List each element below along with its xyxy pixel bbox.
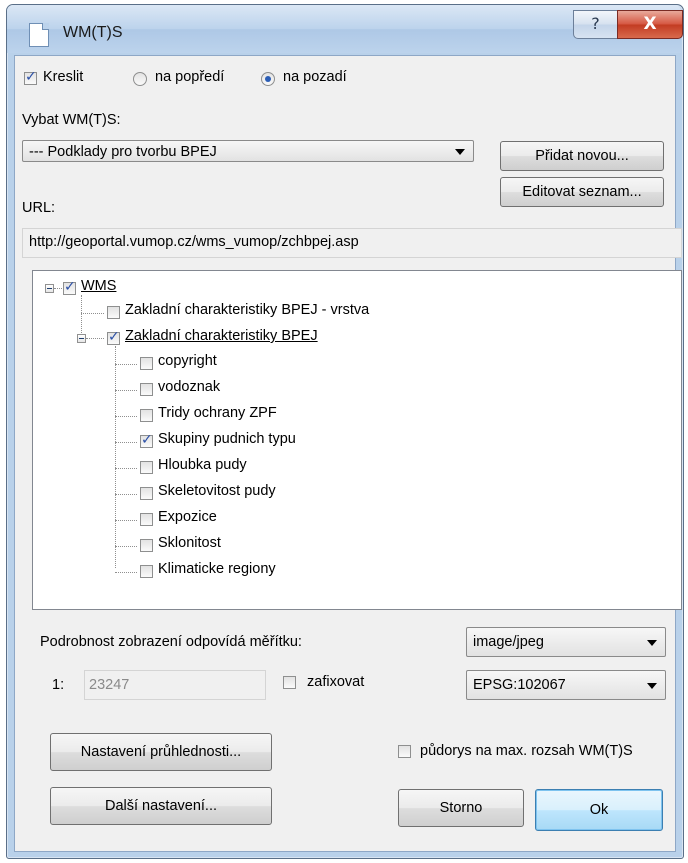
tree-child-label[interactable]: copyright — [158, 353, 217, 369]
collapse-group-icon[interactable] — [77, 334, 86, 343]
tree-root-checkbox[interactable] — [63, 279, 76, 295]
tree-child-label[interactable]: Skeletovitost pudy — [158, 483, 276, 499]
kreslit-label: Kreslit — [43, 69, 84, 85]
tree-connector — [54, 288, 62, 289]
foreground-radio[interactable] — [133, 72, 147, 86]
tree-connector — [115, 364, 137, 365]
tree-child-checkbox[interactable] — [140, 409, 153, 422]
background-radio[interactable] — [261, 72, 275, 86]
tree-connector — [115, 468, 137, 469]
tree-connector — [115, 494, 137, 495]
foreground-label: na popředí — [155, 69, 225, 85]
close-button[interactable]: X — [617, 10, 683, 39]
tree-root-label[interactable]: WMS — [81, 278, 116, 294]
tree-child-label[interactable]: Sklonitost — [158, 535, 221, 551]
url-label: URL: — [22, 200, 56, 216]
format-value: image/jpeg — [473, 634, 544, 650]
document-icon — [29, 23, 49, 47]
scale-input[interactable]: 23247 — [84, 670, 266, 700]
tree-group-checkbox[interactable] — [107, 329, 120, 345]
tree-child-label[interactable]: Expozice — [158, 509, 217, 525]
crs-dropdown[interactable]: EPSG:102067 — [466, 670, 666, 700]
ok-button[interactable]: Ok — [535, 789, 663, 831]
scale-prefix: 1: — [52, 677, 65, 693]
tree-child-checkbox[interactable] — [140, 461, 153, 474]
fix-scale-checkbox[interactable] — [283, 676, 296, 689]
kreslit-checkbox[interactable] — [24, 69, 37, 85]
add-new-button[interactable]: Přidat novou... — [500, 141, 664, 171]
tree-child-checkbox[interactable] — [140, 487, 153, 500]
tree-child-checkbox[interactable] — [140, 357, 153, 370]
cancel-button[interactable]: Storno — [398, 789, 524, 827]
fix-scale-label: zafixovat — [307, 674, 365, 690]
transparency-settings-button[interactable]: Nastavení průhlednosti... — [50, 733, 272, 771]
tree-connector — [115, 346, 116, 568]
window-title: WM(T)S — [63, 24, 123, 41]
url-value: http://geoportal.vumop.cz/wms_vumop/zchb… — [29, 234, 359, 250]
tree-child-checkbox[interactable] — [140, 383, 153, 396]
tree-connector — [81, 313, 104, 314]
title-bar[interactable]: WM(T)S ? X — [7, 5, 683, 53]
extent-checkbox[interactable] — [398, 745, 411, 758]
crs-value: EPSG:102067 — [473, 677, 566, 693]
tree-child-label[interactable]: Klimaticke regiony — [158, 561, 276, 577]
tree-child-checkbox[interactable] — [140, 539, 153, 552]
tree-vrstva-label[interactable]: Zakladní charakteristiky BPEJ - vrstva — [125, 302, 369, 318]
tree-child-label[interactable]: Skupiny pudnich typu — [158, 431, 296, 447]
background-label: na pozadí — [283, 69, 347, 85]
tree-connector — [86, 338, 104, 339]
tree-connector — [115, 416, 137, 417]
scale-label: Podrobnost zobrazení odpovídá měřítku: — [40, 634, 302, 650]
tree-child-checkbox[interactable] — [140, 432, 153, 448]
tree-child-checkbox[interactable] — [140, 513, 153, 526]
tree-connector — [115, 442, 137, 443]
help-button[interactable]: ? — [573, 10, 618, 39]
tree-child-label[interactable]: Tridy ochrany ZPF — [158, 405, 277, 421]
dropdown-arrow-icon — [455, 149, 465, 155]
tree-connector — [115, 546, 137, 547]
select-wms-label: Vybat WM(T)S: — [22, 112, 121, 128]
tree-vrstva-checkbox[interactable] — [107, 306, 120, 319]
layer-tree[interactable]: WMS Zakladní charakteristiky BPEJ - vrst… — [32, 270, 682, 610]
dropdown-arrow-icon — [647, 683, 657, 689]
wms-select-dropdown[interactable]: --- Podklady pro tvorbu BPEJ — [22, 140, 474, 162]
tree-child-label[interactable]: Hloubka pudy — [158, 457, 247, 473]
tree-group-label[interactable]: Zakladní charakteristiky BPEJ — [125, 328, 318, 344]
tree-child-label[interactable]: vodoznak — [158, 379, 220, 395]
more-settings-button[interactable]: Další nastavení... — [50, 787, 272, 825]
scale-value: 23247 — [89, 677, 130, 693]
edit-list-button[interactable]: Editovat seznam... — [500, 177, 664, 207]
wmts-dialog-window: WM(T)S ? X Kreslit na popředí na pozadí … — [0, 0, 688, 863]
url-field[interactable]: http://geoportal.vumop.cz/wms_vumop/zchb… — [22, 228, 682, 258]
tree-child-checkbox[interactable] — [140, 565, 153, 578]
extent-label: půdorys na max. rozsah WM(T)S — [420, 743, 633, 759]
tree-connector — [81, 295, 82, 335]
wms-select-value: --- Podklady pro tvorbu BPEJ — [29, 144, 217, 160]
dropdown-arrow-icon — [647, 640, 657, 646]
collapse-root-icon[interactable] — [45, 284, 54, 293]
tree-connector — [115, 572, 137, 573]
tree-connector — [115, 390, 137, 391]
format-dropdown[interactable]: image/jpeg — [466, 627, 666, 657]
tree-connector — [115, 520, 137, 521]
